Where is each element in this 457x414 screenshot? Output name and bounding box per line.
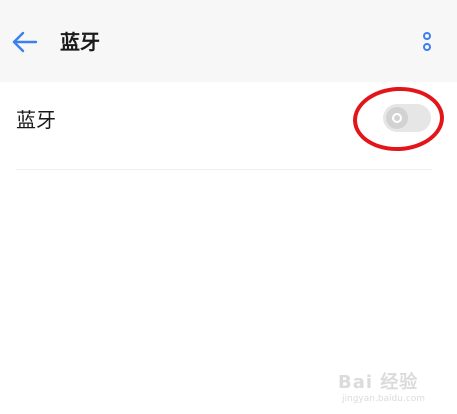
bluetooth-settings-page: 蓝牙 蓝牙 Bai 经验 jingyan.baidu.com: [0, 0, 457, 414]
arrow-left-icon: [12, 31, 38, 53]
watermark: Bai 经验 jingyan.baidu.com: [338, 368, 448, 408]
app-header: 蓝牙: [0, 0, 457, 82]
more-vertical-icon: [423, 32, 431, 51]
page-title: 蓝牙: [60, 30, 100, 54]
bluetooth-label: 蓝牙: [16, 108, 56, 132]
watermark-url: jingyan.baidu.com: [342, 394, 426, 404]
back-button[interactable]: [10, 28, 40, 56]
more-options-button[interactable]: [416, 30, 438, 56]
row-divider: [16, 169, 432, 170]
watermark-logo: Bai 经验: [338, 372, 419, 393]
